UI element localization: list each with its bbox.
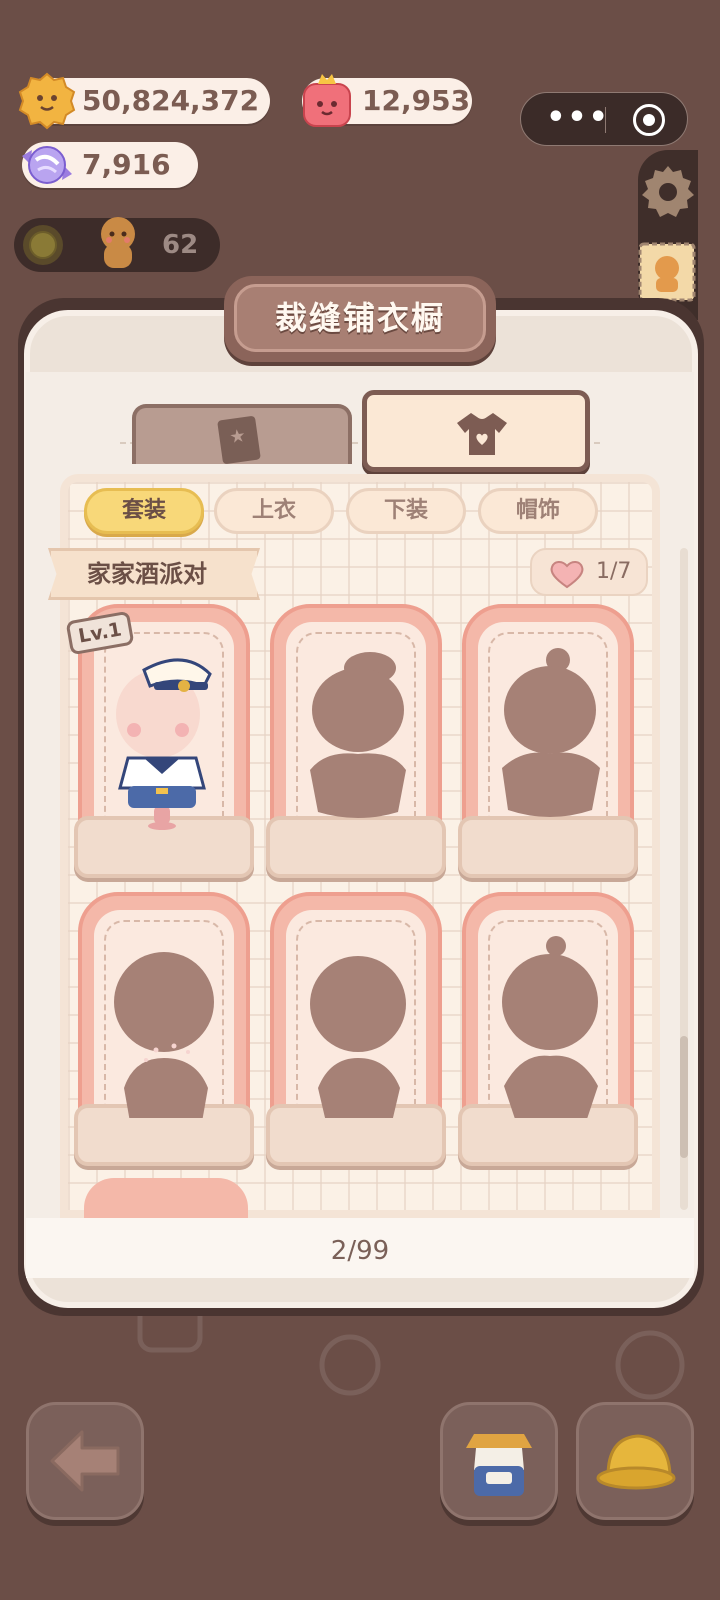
back-arrow-icon [50, 1430, 120, 1492]
miniprogram-capsule: ••• [520, 92, 688, 146]
cookie-icon [18, 72, 76, 130]
outfit-icon [466, 1434, 532, 1496]
collection-count: 1/7 [596, 559, 632, 584]
tab-wardrobe[interactable] [362, 390, 590, 472]
level-bar: 62 [14, 217, 220, 272]
candy-amount: 7,916 [82, 148, 171, 181]
sun-icon [23, 225, 63, 265]
candy-icon [22, 146, 72, 184]
heart-icon [550, 561, 584, 589]
hat-icon [596, 1434, 676, 1490]
category-chip-top[interactable]: 上衣 [214, 488, 334, 534]
category-chip-bottom[interactable]: 下装 [346, 488, 466, 534]
locked-outfit-silhouette [310, 956, 406, 1118]
collection-progress: 1/7 [530, 548, 648, 596]
outfit-button[interactable] [440, 1402, 558, 1520]
outfit-card[interactable] [266, 892, 446, 1168]
stamp-icon[interactable] [636, 240, 698, 304]
gingerbread-icon [101, 217, 135, 268]
sailor-outfit-figure [116, 658, 212, 830]
bg-doodle-icon [615, 1330, 685, 1400]
bg-doodle-icon [319, 1334, 381, 1396]
hat-button[interactable] [576, 1402, 694, 1520]
set-name-ribbon: 家家酒派对 [48, 548, 260, 600]
cookie-currency: 50,824,372 [18, 72, 270, 130]
category-chip-suit[interactable]: 套装 [84, 488, 204, 534]
book-icon [217, 415, 261, 465]
outfit-card[interactable] [458, 892, 638, 1168]
back-button[interactable] [26, 1402, 144, 1520]
wardrobe-title: 裁缝铺衣橱 [234, 284, 486, 352]
candy-currency: 7,916 [22, 142, 198, 188]
gear-icon[interactable] [638, 162, 698, 222]
locked-outfit-silhouette [310, 652, 406, 818]
locked-outfit-silhouette [502, 936, 598, 1118]
locked-outfit-silhouette [114, 952, 214, 1118]
gem-icon [303, 74, 351, 127]
level-count: 62 [162, 230, 199, 260]
shirt-icon [457, 413, 507, 455]
category-chip-hat[interactable]: 帽饰 [478, 488, 598, 534]
page-indicator: 2/99 [330, 1236, 390, 1266]
scrollbar-thumb[interactable] [680, 1036, 688, 1158]
close-miniprogram-icon[interactable] [633, 104, 665, 136]
outfit-card[interactable] [266, 604, 446, 880]
more-options-icon[interactable]: ••• [543, 103, 613, 137]
locked-outfit-silhouette [502, 648, 600, 817]
outfit-card[interactable] [458, 604, 638, 880]
gem-amount: 12,953 [362, 84, 471, 117]
gem-currency: 12,953 [302, 74, 472, 127]
capsule-divider [605, 107, 606, 133]
outfit-card[interactable] [74, 892, 254, 1168]
cookie-amount: 50,824,372 [82, 84, 260, 117]
tab-book[interactable] [132, 404, 352, 465]
outfit-card-partial [84, 1178, 248, 1218]
